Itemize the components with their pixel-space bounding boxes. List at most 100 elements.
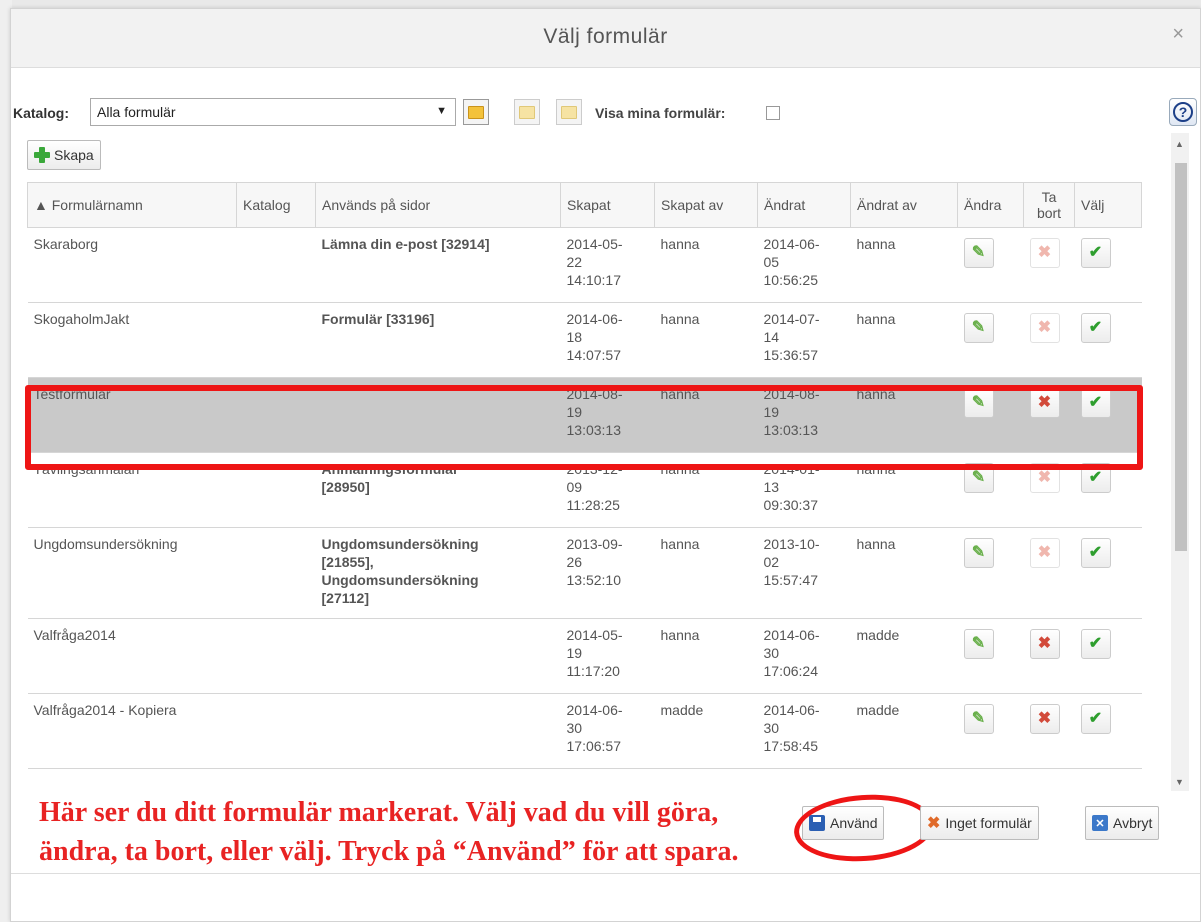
changed-by-cell: hanna: [850, 227, 958, 303]
dropdown-arrow-icon: ▼: [436, 105, 447, 117]
new-folder-button[interactable]: [463, 99, 489, 125]
checkmark-icon: ✔: [1088, 244, 1103, 261]
select-button[interactable]: ✔: [1080, 704, 1111, 734]
created-cell-line: 26: [566, 554, 583, 570]
edit-button[interactable]: ✎: [963, 629, 994, 659]
pencil-icon: ✎: [971, 710, 986, 727]
edit-button[interactable]: ✎: [963, 463, 994, 493]
show-my-forms-checkbox[interactable]: [766, 106, 780, 120]
changed-by-cell: hanna: [850, 452, 958, 528]
katalog-cell: [236, 618, 316, 694]
katalog-cell: [236, 377, 316, 453]
created-cell: 2014-05- 19 11:17:20: [560, 618, 655, 694]
scroll-thumb[interactable]: [1175, 163, 1187, 551]
col-header-name[interactable]: ▲ Formulärnamn: [27, 182, 237, 228]
folder-delete-icon: [561, 105, 577, 119]
pencil-icon: ✎: [971, 635, 986, 652]
scroll-down-icon[interactable]: ▼: [1175, 777, 1184, 787]
delete-button[interactable]: ✖: [1029, 538, 1060, 568]
col-header-katalog[interactable]: Katalog: [236, 182, 316, 228]
select-button[interactable]: ✔: [1080, 313, 1111, 343]
no-form-button[interactable]: ✖ Inget formulär: [920, 806, 1039, 840]
select-button[interactable]: ✔: [1080, 463, 1111, 493]
table-row[interactable]: Testformulär 2014-08- 19 13:03:13 hanna 2014-…: [27, 377, 1142, 453]
delete-button[interactable]: ✖: [1029, 313, 1060, 343]
delete-button[interactable]: ✖: [1029, 238, 1060, 268]
created-by-cell: madde: [654, 693, 758, 769]
toolbar: Katalog: Alla formulär ▼ Visa mina formu…: [11, 95, 1200, 131]
created-cell-line: 2014-05-: [566, 236, 623, 252]
help-button[interactable]: ?: [1169, 98, 1197, 126]
created-cell: 2013-12- 09 11:28:25: [560, 452, 655, 528]
pencil-icon: ✎: [971, 394, 986, 411]
delete-folder-button[interactable]: [556, 99, 582, 125]
used-on-pages-cell-line: Ungdomsundersökning: [321, 572, 479, 588]
delete-x-icon: ✖: [1037, 244, 1052, 261]
katalog-cell: [236, 693, 316, 769]
scrollbar[interactable]: ▲ ▼: [1171, 133, 1189, 791]
katalog-label: Katalog:: [13, 105, 69, 121]
col-header-delete: Ta bort: [1023, 182, 1075, 228]
col-header-created-by[interactable]: Skapat av: [654, 182, 758, 228]
created-cell-line: 2014-06-: [566, 702, 623, 718]
select-cell: ✔: [1074, 693, 1142, 769]
table-row[interactable]: Skaraborg Lämna din e-post [32914] 2014-05…: [27, 227, 1142, 303]
changed-cell-line: 2013-10-: [763, 536, 820, 552]
changed-cell-line: 17:58:45: [763, 738, 819, 754]
table-row[interactable]: Ungdomsundersökning Ungdomsundersökning [2…: [27, 527, 1142, 619]
delete-button[interactable]: ✖: [1029, 388, 1060, 418]
edit-cell: ✎: [957, 302, 1024, 378]
form-name-cell: Tävlingsanmälan: [27, 452, 237, 528]
delete-button[interactable]: ✖: [1029, 704, 1060, 734]
table-row[interactable]: Tävlingsanmälan Anmälningsformulär [28950]…: [27, 452, 1142, 528]
changed-cell: 2014-08- 19 13:03:13: [757, 377, 851, 453]
edit-cell: ✎: [957, 377, 1024, 453]
select-cell: ✔: [1074, 377, 1142, 453]
changed-cell-line: 30: [763, 720, 780, 736]
create-button[interactable]: Skapa: [27, 140, 101, 170]
changed-cell: 2014-07- 14 15:36:57: [757, 302, 851, 378]
select-button[interactable]: ✔: [1080, 629, 1111, 659]
used-on-pages-cell: Formulär [33196]: [315, 302, 561, 378]
select-button[interactable]: ✔: [1080, 238, 1111, 268]
delete-x-icon: ✖: [1037, 394, 1052, 411]
plus-icon: [34, 147, 50, 163]
edit-folder-button[interactable]: [514, 99, 540, 125]
changed-cell-line: 05: [763, 254, 780, 270]
scroll-up-icon[interactable]: ▲: [1175, 139, 1184, 149]
edit-button[interactable]: ✎: [963, 388, 994, 418]
help-icon: ?: [1173, 102, 1193, 122]
changed-by-cell: hanna: [850, 302, 958, 378]
col-header-pages[interactable]: Används på sidor: [315, 182, 561, 228]
table-row[interactable]: Valfråga2014 - Kopiera 2014-06- 30 17:06:57…: [27, 693, 1142, 769]
edit-button[interactable]: ✎: [963, 313, 994, 343]
use-button[interactable]: Använd: [802, 806, 885, 840]
cancel-button[interactable]: ✕ Avbryt: [1085, 806, 1160, 840]
table-row[interactable]: Valfråga2014 2014-05- 19 11:17:20 hanna 2014-…: [27, 618, 1142, 694]
col-header-created[interactable]: Skapat: [560, 182, 655, 228]
created-cell-line: 30: [566, 720, 583, 736]
used-on-pages-cell-line: [27112]: [321, 590, 369, 606]
close-icon[interactable]: ×: [1172, 23, 1184, 46]
select-cell: ✔: [1074, 452, 1142, 528]
edit-button[interactable]: ✎: [963, 238, 994, 268]
select-button[interactable]: ✔: [1080, 538, 1111, 568]
col-header-changed-by[interactable]: Ändrat av: [850, 182, 958, 228]
select-button[interactable]: ✔: [1080, 388, 1111, 418]
used-on-pages-cell: Anmälningsformulär [28950]: [315, 452, 561, 528]
edit-button[interactable]: ✎: [963, 704, 994, 734]
changed-cell: 2014-06- 05 10:56:25: [757, 227, 851, 303]
use-button-label: Använd: [830, 815, 878, 831]
edit-cell: ✎: [957, 227, 1024, 303]
delete-button[interactable]: ✖: [1029, 463, 1060, 493]
katalog-select[interactable]: Alla formulär ▼: [90, 98, 456, 126]
created-cell: 2014-06- 18 14:07:57: [560, 302, 655, 378]
used-on-pages-cell-line: Ungdomsundersökning: [321, 536, 479, 552]
select-cell: ✔: [1074, 227, 1142, 303]
table-row[interactable]: SkogaholmJakt Formulär [33196] 2014-06- 18 1…: [27, 302, 1142, 378]
delete-button[interactable]: ✖: [1029, 629, 1060, 659]
created-cell: 2014-08- 19 13:03:13: [560, 377, 655, 453]
edit-button[interactable]: ✎: [963, 538, 994, 568]
col-header-changed[interactable]: Ändrat: [757, 182, 851, 228]
used-on-pages-cell: [315, 377, 561, 453]
